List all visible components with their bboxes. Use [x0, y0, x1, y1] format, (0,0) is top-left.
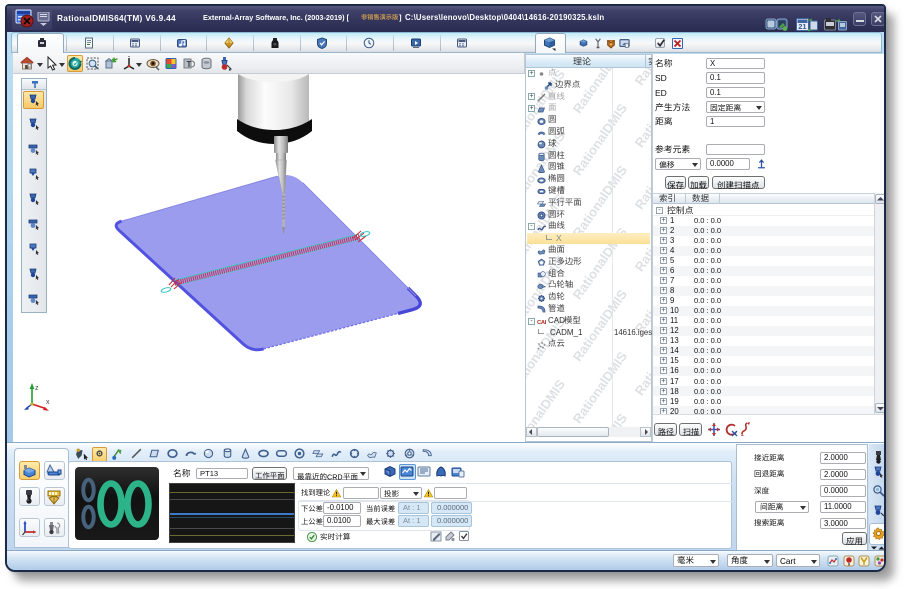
svg-text:21: 21: [798, 22, 806, 31]
svg-text:x: x: [46, 399, 50, 406]
svg-text:CAD: CAD: [537, 320, 546, 326]
svg-text:z: z: [35, 385, 39, 392]
svg-text:T: T: [187, 60, 192, 69]
